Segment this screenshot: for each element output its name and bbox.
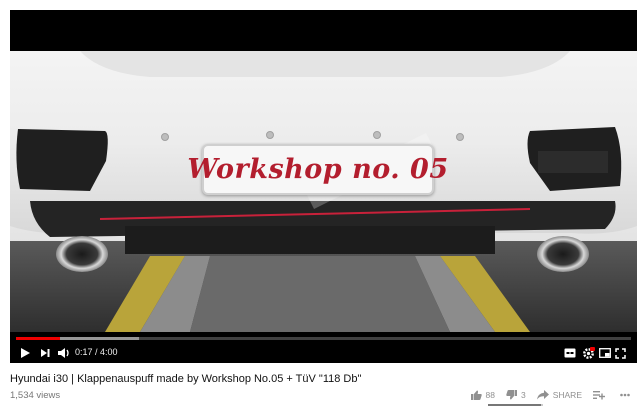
next-button[interactable] — [38, 345, 52, 361]
license-plate-text: Workshop no. 05 — [187, 154, 449, 185]
more-actions-button[interactable] — [620, 393, 634, 397]
view-count: 1,534 views — [10, 390, 61, 401]
video-player[interactable]: Workshop no. 05 0:17 / 4:00 — [10, 10, 637, 363]
share-label: SHARE — [552, 390, 582, 400]
fullscreen-button[interactable] — [614, 345, 626, 361]
volume-icon — [58, 348, 69, 358]
video-frame[interactable]: Workshop no. 05 — [10, 51, 637, 332]
time-total: 4:00 — [100, 347, 118, 357]
play-button[interactable] — [18, 345, 32, 361]
like-ratio-fill — [488, 404, 542, 406]
license-plate: Workshop no. 05 — [187, 144, 448, 195]
add-to-playlist-button[interactable] — [593, 390, 609, 400]
time-current: 0:17 — [75, 347, 93, 357]
add-to-playlist-icon — [593, 391, 605, 400]
settings-icon — [582, 346, 595, 359]
play-icon — [21, 348, 30, 358]
subtitles-icon — [564, 348, 576, 358]
like-count: 88 — [485, 390, 495, 400]
volume-button[interactable] — [56, 345, 72, 361]
like-ratio-bar — [488, 404, 543, 406]
thumbs-up-icon — [470, 390, 482, 400]
video-actions: 88 3 SHARE — [460, 388, 635, 402]
dislike-count: 3 — [520, 390, 526, 400]
share-button[interactable]: SHARE — [536, 390, 582, 400]
dislike-button[interactable]: 3 — [506, 390, 526, 400]
time-separator: / — [92, 347, 101, 357]
like-button[interactable]: 88 — [470, 390, 495, 400]
fullscreen-icon — [614, 347, 626, 359]
settings-button[interactable] — [580, 345, 596, 361]
more-icon — [620, 393, 630, 397]
player-controls: 0:17 / 4:00 — [10, 332, 637, 363]
subtitles-button[interactable] — [562, 345, 578, 361]
progress-played — [16, 337, 60, 340]
next-icon — [41, 349, 50, 357]
time-display: 0:17 / 4:00 — [75, 347, 118, 357]
share-icon — [536, 390, 549, 400]
video-title: Hyundai i30 | Klappenauspuff made by Wor… — [10, 373, 362, 385]
progress-bar[interactable] — [16, 337, 631, 340]
thumbs-down-icon — [506, 390, 517, 400]
miniplayer-icon — [599, 348, 611, 358]
miniplayer-button[interactable] — [598, 345, 612, 361]
